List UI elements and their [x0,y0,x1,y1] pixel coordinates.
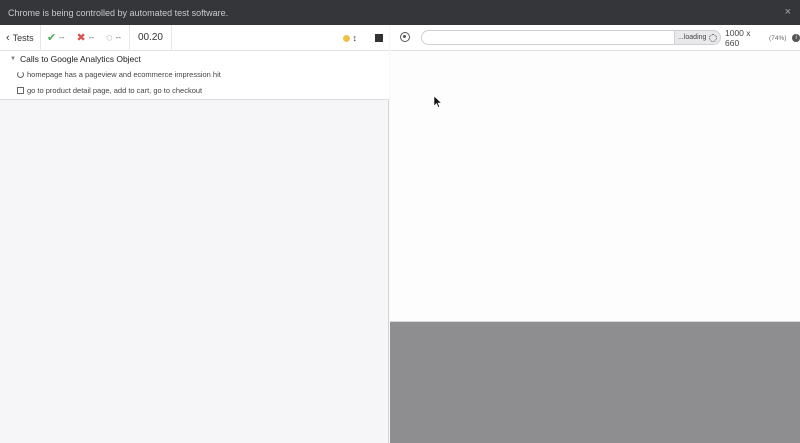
suite-title-text: Calls to Google Analytics Object [19,54,141,64]
close-icon[interactable]: × [785,6,791,18]
loading-indicator: ...loading [675,30,721,45]
passed-count: -- [59,33,65,42]
viewport-info: 1000 x 660 (74%) i [725,25,800,51]
test-title: homepage has a pageview and ecommerce im… [27,69,221,79]
passed-stat: ✔ -- [41,25,71,51]
tests-button[interactable]: ‹ Tests [0,24,41,51]
automation-banner: Chrome is being controlled by automated … [0,0,800,25]
runnables-list: ▼ Calls to Google Analytics Object homep… [0,51,389,100]
test-item[interactable]: go to product detail page, add to cart, … [17,84,202,96]
caret-down-icon: ▼ [10,56,16,62]
running-icon [17,70,24,78]
viewport-background [390,322,800,443]
failed-stat: ✖ -- [71,25,101,51]
autoscroll-indicator-icon [342,34,350,42]
aut-header: ...loading 1000 x 660 (74%) i [390,25,800,51]
pending-stat: ◌ -- [100,25,127,51]
loading-label: ...loading [678,34,707,41]
scroll-arrows-icon: ↕ [352,33,358,43]
test-item[interactable]: homepage has a pageview and ecommerce im… [17,68,221,80]
spinner-icon [709,33,718,42]
pending-icon: ◌ [106,31,113,44]
reporter-toolbar: ‹ Tests ✔ -- ✖ -- ◌ -- 00.20 ↕ [0,24,389,51]
chevron-left-icon: ‹ [6,31,10,44]
url-input[interactable] [421,30,675,45]
selector-playground-icon[interactable] [400,32,410,42]
duration: 00.20 [130,24,172,51]
app-under-test-frame[interactable] [390,51,800,322]
tests-button-label: Tests [12,32,34,43]
failed-count: -- [88,33,95,42]
x-icon: ✖ [76,32,86,44]
suite-title[interactable]: ▼ Calls to Google Analytics Object [10,53,141,65]
viewport-scale: (74%) [769,34,787,42]
info-icon[interactable]: i [792,34,800,42]
stop-icon[interactable] [375,34,383,42]
check-icon: ✔ [47,32,57,44]
mouse-cursor-icon [434,96,442,108]
reporter-pane: ‹ Tests ✔ -- ✖ -- ◌ -- 00.20 ↕ ▼ Calls t… [0,24,389,443]
toolbar-controls: ↕ [342,25,383,51]
autoscroll-toggle[interactable]: ↕ [342,33,358,43]
queued-icon [17,86,24,94]
automation-banner-text: Chrome is being controlled by automated … [8,7,229,18]
preview-pane: ...loading 1000 x 660 (74%) i [390,25,800,443]
viewport-size: 1000 x 660 [725,28,751,48]
pending-count: -- [115,33,121,42]
stats: ✔ -- ✖ -- ◌ -- [41,24,130,51]
test-title: go to product detail page, add to cart, … [27,85,203,95]
